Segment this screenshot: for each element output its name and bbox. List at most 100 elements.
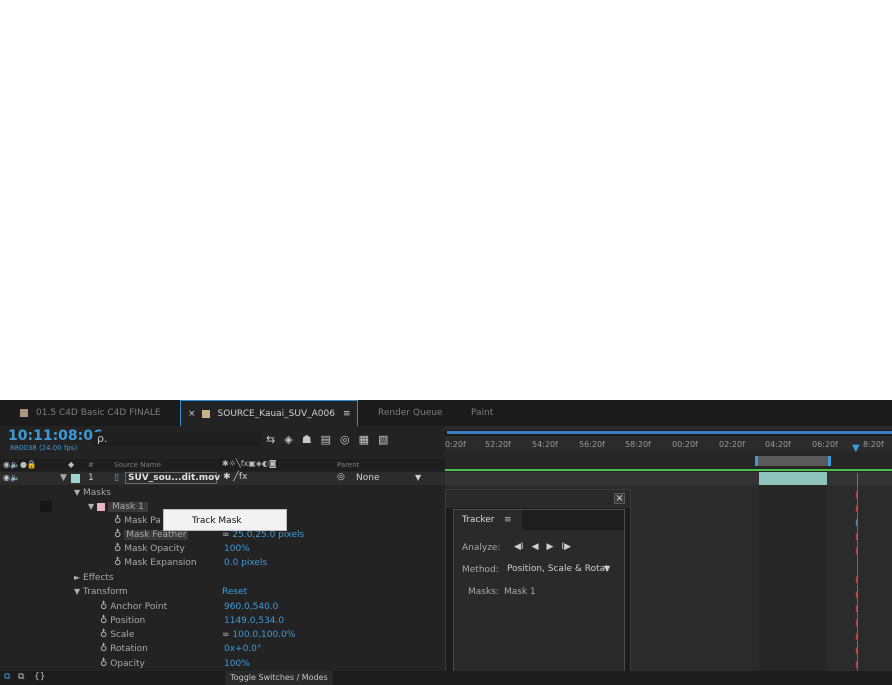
effects-group[interactable]: ► Effects — [74, 571, 114, 585]
chevron-down-icon[interactable]: ▼ — [415, 473, 421, 482]
mask-opacity-row[interactable]: ♁ Mask Opacity — [114, 542, 185, 556]
rotation-row[interactable]: ♁ Rotation — [100, 642, 148, 656]
draft-3d-icon[interactable]: ◈ — [284, 433, 301, 446]
stopwatch-icon[interactable]: ♁ — [100, 629, 107, 640]
keyframe-icon[interactable]: I — [855, 620, 858, 629]
keyframe-icon[interactable]: I — [855, 662, 858, 671]
analyze-backward-one-frame-icon[interactable]: ◀I — [514, 542, 524, 552]
mask-1-row[interactable]: ▼ Mask 1 — [88, 500, 148, 514]
mask-expansion-row[interactable]: ♁ Mask Expansion — [114, 556, 197, 570]
expand-triangle-icon[interactable]: ▼ — [74, 587, 80, 596]
stopwatch-icon[interactable]: ♁ — [100, 658, 107, 669]
mask-opacity-value[interactable]: 100% — [224, 542, 250, 556]
expand-triangle-icon[interactable]: ▼ — [60, 473, 67, 483]
masks-group[interactable]: ▼ Masks — [74, 486, 111, 500]
layer-label-color[interactable] — [71, 474, 80, 483]
method-dropdown[interactable]: Position, Scale & Rotat ▼ — [504, 563, 616, 576]
tab-menu-icon[interactable]: ≡ — [343, 409, 351, 419]
close-icon[interactable]: × — [614, 493, 625, 504]
parent-dropdown[interactable]: None — [356, 473, 379, 483]
position-row[interactable]: ♁ Position — [100, 614, 145, 628]
mask-name[interactable]: Mask 1 — [108, 502, 148, 512]
mask-color-swatch[interactable] — [97, 502, 106, 511]
stopwatch-icon[interactable]: ♁ — [114, 557, 121, 568]
layer-duration-bar[interactable] — [759, 472, 827, 485]
time-navigator-bar[interactable] — [447, 431, 892, 434]
transfer-controls-pane-icon[interactable]: ⧉ — [18, 672, 24, 682]
layer-name[interactable]: SUV_sou...dit.mov — [125, 472, 220, 484]
menu-item-track-mask[interactable]: Track Mask — [164, 516, 242, 526]
tab-paint[interactable]: Paint — [471, 400, 493, 426]
stopwatch-icon[interactable]: ♁ — [100, 643, 107, 654]
value-text[interactable]: 25.0,25.0 pixels — [232, 530, 304, 540]
chevron-down-icon[interactable]: ▼ — [604, 564, 610, 573]
panel-menu-icon[interactable]: ≡ — [504, 515, 512, 525]
column-source-name[interactable]: Source Name — [114, 461, 161, 469]
tab-source-kauai[interactable]: × SOURCE_Kauai_SUV_A006 ≡ — [180, 400, 358, 426]
composition-mini-flowchart-icon[interactable]: ⇆ — [266, 433, 284, 446]
rotation-value[interactable]: 0x+0.0° — [224, 642, 261, 656]
scale-row[interactable]: ♁ Scale — [100, 628, 134, 642]
toggle-switches-modes-button[interactable]: Toggle Switches / Modes — [225, 671, 333, 685]
tracker-floating-window[interactable]: × Tracker ≡ Analyze: ◀I ◀ ▶ I▶ Method: Posi… — [445, 489, 631, 685]
keyframe-icon[interactable]: I — [855, 548, 858, 557]
frame-blending-icon[interactable]: ▤ — [321, 433, 340, 446]
analyze-backward-icon[interactable]: ◀ — [532, 542, 539, 552]
tab-render-queue[interactable]: Render Queue — [378, 400, 442, 426]
mask-expansion-value[interactable]: 0.0 pixels — [224, 556, 267, 570]
mask-lock-box[interactable] — [40, 501, 52, 512]
shy-layers-icon[interactable]: ☗ — [302, 433, 321, 446]
constrain-proportions-icon[interactable]: ∞ — [222, 630, 230, 640]
keyframe-icon[interactable]: I — [855, 506, 858, 515]
graph-editor-icon[interactable]: ▦ — [359, 433, 378, 446]
position-value[interactable]: 1149.0,534.0 — [224, 614, 284, 628]
keyframe-icon[interactable]: I — [855, 577, 858, 586]
search-input[interactable]: ρ. — [93, 432, 261, 446]
motion-blur-icon[interactable]: ◎ — [340, 433, 359, 446]
window-titlebar[interactable] — [446, 490, 630, 508]
parent-pickwhip-icon[interactable]: ◎ — [337, 472, 345, 482]
expand-triangle-icon[interactable]: ▼ — [74, 488, 80, 497]
analyze-forward-icon[interactable]: ▶ — [547, 542, 554, 552]
property-label: Opacity — [110, 659, 145, 669]
stopwatch-icon[interactable]: ♁ — [114, 529, 121, 540]
work-area-bar[interactable] — [755, 456, 831, 466]
keyframe-icon[interactable]: I — [855, 592, 858, 601]
stopwatch-icon[interactable]: ♁ — [100, 615, 107, 626]
layer-switches[interactable]: ✱ ╱fx — [223, 472, 247, 482]
keyframe-icon[interactable]: I — [855, 520, 858, 529]
time-ruler[interactable]: 0:20f 52:20f 54:20f 56:20f 58:20f 00:20f… — [445, 438, 892, 452]
current-time-display[interactable]: 10:11:08:06 — [8, 428, 103, 444]
tab-c4d-finale[interactable]: 01.5 C4D Basic C4D FINALE — [20, 400, 161, 426]
keyframe-icon[interactable]: I — [855, 648, 858, 657]
anchor-point-row[interactable]: ♁ Anchor Point — [100, 600, 167, 614]
keyframe-icon[interactable]: I — [855, 634, 858, 643]
anchor-point-value[interactable]: 960.0,540.0 — [224, 600, 278, 614]
opacity-value[interactable]: 100% — [224, 657, 250, 671]
tab-tracker[interactable]: Tracker ≡ — [454, 510, 522, 530]
opacity-row[interactable]: ♁ Opacity — [100, 657, 145, 671]
in-out-pane-icon[interactable]: {} — [34, 672, 45, 682]
method-value[interactable]: Position, Scale & Rotat — [507, 564, 609, 574]
stopwatch-icon[interactable]: ♁ — [100, 601, 107, 612]
analyze-forward-one-frame-icon[interactable]: I▶ — [561, 542, 571, 552]
stopwatch-icon[interactable]: ♁ — [114, 543, 121, 554]
layer-row[interactable]: ◉🔈 ▼ 1 ▯ SUV_sou...dit.mov ✱ ╱fx ◎ None … — [0, 472, 445, 485]
brainstorm-icon[interactable]: ▧ — [378, 433, 397, 446]
visibility-icon[interactable]: ◉🔈 — [3, 473, 20, 482]
collapse-triangle-icon[interactable]: ► — [74, 573, 80, 582]
reset-link[interactable]: Reset — [222, 585, 247, 599]
transform-group[interactable]: ▼ Transform — [74, 585, 128, 599]
close-icon[interactable]: × — [188, 409, 196, 419]
scale-value[interactable]: ∞ 100.0,100.0% — [222, 628, 295, 642]
layer-switches-pane-icon[interactable]: ⧉ — [4, 672, 10, 682]
method-label: Method: — [462, 565, 499, 575]
keyframe-icon[interactable]: I — [855, 534, 858, 543]
stopwatch-icon[interactable]: ♁ — [114, 515, 121, 526]
value-text[interactable]: 100.0,100.0% — [232, 630, 295, 640]
mask-path-row[interactable]: ♁ Mask Pa — [114, 514, 161, 528]
keyframe-icon[interactable]: I — [855, 492, 858, 501]
current-time-indicator-icon[interactable]: ▼ — [852, 443, 860, 454]
keyframe-icon[interactable]: I — [855, 606, 858, 615]
expand-triangle-icon[interactable]: ▼ — [88, 502, 94, 511]
